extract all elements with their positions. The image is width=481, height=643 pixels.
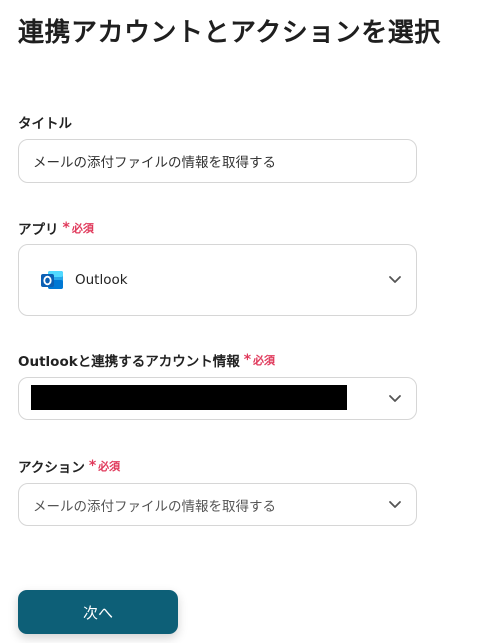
- action-select[interactable]: メールの添付ファイルの情報を取得する: [18, 483, 417, 526]
- chevron-down-icon: [389, 394, 401, 402]
- app-select[interactable]: Outlook: [18, 244, 417, 316]
- title-field-label: タイトル: [18, 112, 72, 132]
- chevron-down-icon: [389, 276, 401, 283]
- redacted-account-value: [31, 385, 347, 410]
- action-selected-value: メールの添付ファイルの情報を取得する: [33, 498, 276, 515]
- required-star: *: [62, 220, 70, 236]
- title-field[interactable]: [18, 139, 417, 183]
- chevron-down-icon: [389, 500, 401, 508]
- action-label-text: アクション: [18, 460, 85, 476]
- action-field-label: アクション * 必須: [18, 456, 120, 476]
- title-input[interactable]: [19, 140, 416, 182]
- title-label-text: タイトル: [18, 116, 72, 132]
- page-title: 連携アカウントとアクションを選択: [18, 18, 441, 48]
- required-text: 必須: [253, 354, 276, 367]
- selected-app-name: Outlook: [75, 272, 128, 288]
- outlook-icon: [41, 271, 63, 289]
- required-star: *: [243, 352, 252, 368]
- required-text: 必須: [71, 222, 94, 235]
- app-field-label: アプリ * 必須: [18, 218, 94, 238]
- required-star: *: [88, 458, 97, 474]
- required-text: 必須: [98, 460, 121, 473]
- account-field-label: Outlookと連携するアカウント情報 * 必須: [18, 350, 275, 370]
- app-label-text: アプリ: [18, 222, 59, 238]
- account-select[interactable]: [18, 377, 417, 420]
- next-button[interactable]: 次へ: [18, 590, 178, 634]
- account-label-text: Outlookと連携するアカウント情報: [18, 354, 240, 370]
